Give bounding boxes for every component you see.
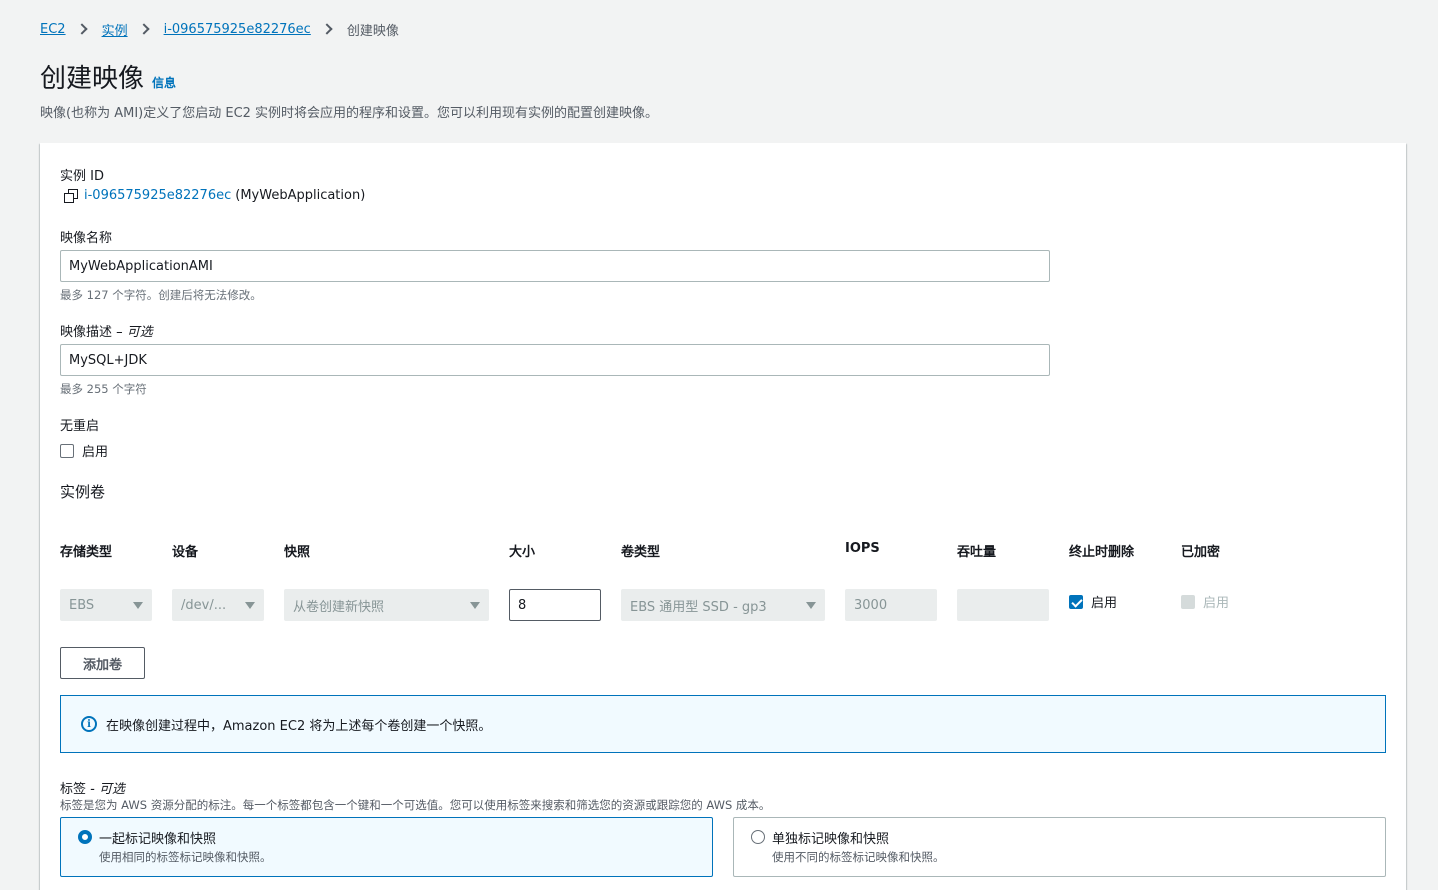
column-header: 终止时删除: [1069, 545, 1135, 560]
column-header: 存储类型: [60, 545, 113, 560]
breadcrumb: EC2 实例 i-096575925e82276ec 创建映像: [40, 19, 399, 39]
page-title: 创建映像: [40, 64, 145, 94]
instance-id-link[interactable]: i-096575925e82276ec: [84, 188, 231, 203]
column-header: IOPS: [845, 541, 880, 556]
tag-separately-radio[interactable]: [751, 830, 765, 844]
caret-down-icon: [245, 601, 255, 609]
storage-type-select: EBS: [60, 589, 152, 621]
volume-type-select: EBS 通用型 SSD - gp3: [621, 589, 825, 621]
optional-tag: - 可选: [90, 782, 125, 797]
snapshot-value: 从卷创建新快照: [293, 599, 385, 615]
tag-together-option[interactable]: 一起标记映像和快照 使用相同的标签标记映像和快照。: [60, 817, 713, 877]
encrypted-checkbox: [1181, 594, 1195, 609]
image-desc-hint: 最多 255 个字符: [60, 382, 147, 396]
device-select: /dev/...: [172, 589, 264, 621]
throughput-input: [957, 589, 1049, 621]
breadcrumb-current: 创建映像: [346, 23, 399, 39]
chevron-right-icon: [75, 23, 88, 35]
tags-description: 标签是您为 AWS 资源分配的标注。每一个标签都包含一个键和一个可选值。您可以使…: [60, 798, 771, 812]
caret-down-icon: [806, 601, 816, 609]
tag-separately-desc: 使用不同的标签标记映像和快照。: [772, 850, 945, 864]
encrypted-label: 启用: [1203, 596, 1230, 611]
image-desc-label-text: 映像描述: [60, 325, 113, 340]
page-title-row: 创建映像 信息: [40, 58, 176, 95]
image-name-input[interactable]: MyWebApplicationAMI: [60, 250, 1050, 282]
breadcrumb-instance-id[interactable]: i-096575925e82276ec: [164, 22, 311, 37]
breadcrumb-ec2[interactable]: EC2: [40, 22, 66, 37]
instance-id-value: i-096575925e82276ec (MyWebApplication): [64, 188, 365, 203]
snapshot-info-alert: i 在映像创建过程中，Amazon EC2 将为上述每个卷创建一个快照。: [60, 695, 1386, 753]
storage-type-value: EBS: [69, 597, 95, 613]
image-desc-input[interactable]: MySQL+JDK: [60, 344, 1050, 376]
column-header: 已加密: [1181, 545, 1221, 560]
encrypted-option: 启用: [1181, 592, 1229, 611]
column-header: 设备: [172, 545, 199, 560]
no-reboot-checkbox-label: 启用: [82, 445, 109, 460]
tags-label-text: 标签: [60, 782, 87, 797]
alert-text: 在映像创建过程中，Amazon EC2 将为上述每个卷创建一个快照。: [106, 718, 492, 734]
tag-separately-title: 单独标记映像和快照: [772, 832, 890, 847]
no-reboot-checkbox[interactable]: [60, 443, 74, 458]
size-input[interactable]: 8: [509, 589, 601, 621]
delete-on-termination-option: 启用: [1069, 592, 1117, 611]
instance-id-label: 实例 ID: [60, 169, 104, 184]
chevron-right-icon: [137, 23, 150, 35]
image-desc-label: 映像描述 – 可选: [60, 321, 153, 340]
image-name-label: 映像名称: [60, 231, 113, 246]
column-header: 卷类型: [621, 545, 661, 560]
snapshot-select: 从卷创建新快照: [284, 589, 489, 621]
instance-volumes-title: 实例卷: [60, 483, 106, 501]
optional-tag: – 可选: [116, 325, 153, 340]
caret-down-icon: [470, 601, 480, 609]
add-volume-button[interactable]: 添加卷: [60, 647, 145, 679]
chevron-right-icon: [321, 23, 333, 35]
delete-on-termination-checkbox[interactable]: [1069, 594, 1083, 609]
column-header: 吞吐量: [957, 545, 997, 560]
tags-label: 标签 - 可选: [60, 778, 125, 797]
breadcrumb-instances[interactable]: 实例: [102, 20, 128, 39]
copy-icon[interactable]: [64, 188, 78, 203]
tag-together-desc: 使用相同的标签标记映像和快照。: [99, 850, 272, 864]
no-reboot-option: 启用: [60, 441, 108, 460]
device-value: /dev/...: [181, 597, 227, 613]
info-icon: i: [81, 716, 97, 732]
caret-down-icon: [133, 601, 143, 609]
tag-together-title: 一起标记映像和快照: [99, 832, 217, 847]
tag-separately-option[interactable]: 单独标记映像和快照 使用不同的标签标记映像和快照。: [733, 817, 1386, 877]
iops-input: 3000: [845, 589, 937, 621]
volume-type-value: EBS 通用型 SSD - gp3: [630, 599, 767, 615]
instance-name: (MyWebApplication): [235, 188, 366, 203]
no-reboot-label: 无重启: [60, 419, 100, 434]
page-description: 映像(也称为 AMI)定义了您启动 EC2 实例时将会应用的程序和设置。您可以利…: [40, 106, 659, 121]
image-name-hint: 最多 127 个字符。创建后将无法修改。: [60, 288, 262, 302]
column-header: 大小: [509, 545, 536, 560]
tag-together-radio[interactable]: [78, 830, 92, 844]
column-header: 快照: [284, 545, 311, 560]
delete-on-termination-label: 启用: [1091, 596, 1118, 611]
info-link[interactable]: 信息: [152, 74, 176, 91]
